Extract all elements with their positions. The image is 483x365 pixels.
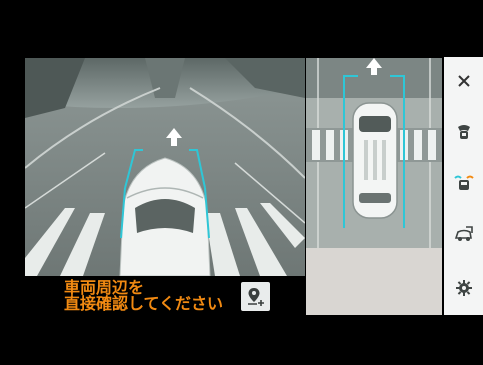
- side-view-icon: [454, 225, 474, 243]
- side-view-button[interactable]: [444, 218, 483, 250]
- warning-line-2: 直接確認してください: [64, 294, 224, 313]
- camera-screen: 車両周辺を 直接確認してください: [0, 0, 483, 365]
- settings-button[interactable]: [444, 272, 483, 304]
- camera-control-panel: [444, 57, 483, 315]
- front-camera-view-icon: [455, 123, 473, 141]
- wide-view-button[interactable]: [444, 167, 483, 199]
- check-surroundings-warning: 車両周辺を 直接確認してください: [64, 280, 223, 312]
- location-pin-add-icon: [246, 287, 266, 307]
- wide-view-icon: [453, 174, 474, 192]
- front-camera-image: [25, 58, 305, 276]
- close-button[interactable]: [444, 65, 483, 97]
- front-camera-view[interactable]: [25, 58, 305, 276]
- location-memory-button[interactable]: [241, 282, 270, 311]
- gear-icon: [455, 280, 472, 296]
- top-down-view[interactable]: [306, 58, 442, 315]
- front-camera-view-button[interactable]: [444, 116, 483, 148]
- top-down-image: [306, 58, 442, 315]
- close-icon: [457, 74, 471, 88]
